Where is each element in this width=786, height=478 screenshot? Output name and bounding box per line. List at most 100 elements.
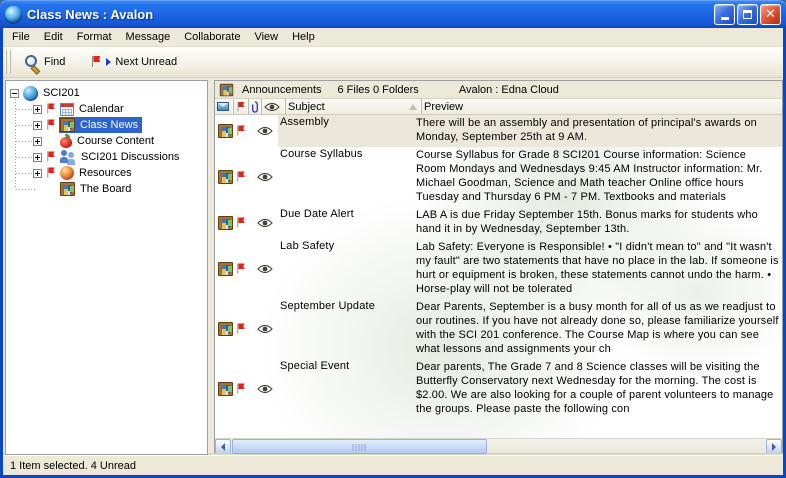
menu-item-collaborate[interactable]: Collaborate xyxy=(177,29,247,45)
unread-flag-icon xyxy=(236,323,245,334)
read-cell[interactable] xyxy=(251,207,278,239)
bulletin-item-icon xyxy=(218,322,233,336)
message-row[interactable]: Due Date Alert LAB A is due Friday Septe… xyxy=(215,207,782,239)
column-header: Subject Preview xyxy=(215,99,782,115)
menu-item-edit[interactable]: Edit xyxy=(37,29,70,45)
resources-icon xyxy=(60,166,74,180)
messages-panel: Announcements 6 Files 0 Folders Avalon :… xyxy=(214,80,783,455)
message-preview[interactable]: There will be an assembly and presentati… xyxy=(412,115,782,147)
flag-cell xyxy=(236,115,251,147)
scrollbar-track[interactable] xyxy=(487,439,766,454)
message-preview[interactable]: Dear Parents, September is a busy month … xyxy=(412,299,782,359)
unread-flag-icon xyxy=(46,167,55,178)
tree-item-the-board[interactable]: The Board xyxy=(6,181,207,197)
message-subject[interactable]: Special Event xyxy=(278,359,412,419)
read-eye-icon xyxy=(264,102,280,112)
column-read[interactable] xyxy=(262,99,286,114)
message-row[interactable]: Assembly There will be an assembly and p… xyxy=(215,115,782,147)
menu-item-view[interactable]: View xyxy=(247,29,285,45)
message-icon-cell xyxy=(215,299,236,359)
menu-item-file[interactable]: File xyxy=(5,29,37,45)
calendar-icon xyxy=(60,103,74,116)
scroll-right-button[interactable] xyxy=(766,439,782,454)
scroll-left-button[interactable] xyxy=(215,439,231,454)
tree-item-course-content[interactable]: Course Content xyxy=(6,133,207,149)
message-preview[interactable]: Dear parents, The Grade 7 and 8 Science … xyxy=(412,359,782,419)
expand-icon[interactable] xyxy=(33,153,42,162)
column-subject[interactable]: Subject xyxy=(286,99,422,114)
read-eye-icon xyxy=(257,264,273,274)
tree-item-calendar[interactable]: Calendar xyxy=(6,101,207,117)
app-body: File Edit Format Message Collaborate Vie… xyxy=(3,28,783,475)
discussions-icon xyxy=(60,150,76,164)
message-row[interactable]: Special Event Dear parents, The Grade 7 … xyxy=(215,359,782,419)
read-cell[interactable] xyxy=(251,115,278,147)
message-row[interactable]: September Update Dear Parents, September… xyxy=(215,299,782,359)
message-row[interactable]: Lab Safety Lab Safety: Everyone is Respo… xyxy=(215,239,782,299)
read-cell[interactable] xyxy=(251,147,278,207)
message-subject[interactable]: Course Syllabus xyxy=(278,147,412,207)
flag-slot xyxy=(46,151,59,163)
message-subject[interactable]: Due Date Alert xyxy=(278,207,412,239)
menu-item-message[interactable]: Message xyxy=(119,29,178,45)
tree-item-sci201-discussions[interactable]: SCI201 Discussions xyxy=(6,149,207,165)
tree-item-root[interactable]: SCI201 xyxy=(6,85,207,101)
toolbar-grip[interactable] xyxy=(5,50,13,74)
read-eye-icon xyxy=(257,324,273,334)
maximize-button[interactable] xyxy=(737,4,758,25)
sort-ascending-icon xyxy=(409,104,417,110)
titlebar: Class News : Avalon ✕ xyxy=(0,0,786,28)
unread-flag-icon xyxy=(46,119,55,130)
unread-flag-icon xyxy=(236,217,245,228)
minimize-button[interactable] xyxy=(714,4,735,25)
menu-item-help[interactable]: Help xyxy=(285,29,322,45)
flag-cell xyxy=(236,359,251,419)
message-icon-cell xyxy=(215,207,236,239)
message-preview[interactable]: Lab Safety: Everyone is Responsible! • "… xyxy=(412,239,782,299)
flag-slot xyxy=(46,167,59,179)
expand-icon[interactable] xyxy=(33,121,42,130)
message-row[interactable]: Course Syllabus Course Syllabus for Grad… xyxy=(215,147,782,207)
read-cell[interactable] xyxy=(251,299,278,359)
minimize-icon xyxy=(721,17,729,20)
next-unread-button[interactable]: Next Unread xyxy=(85,53,183,71)
message-subject[interactable]: September Update xyxy=(278,299,412,359)
panel-title: Announcements xyxy=(242,84,322,96)
expand-icon[interactable] xyxy=(33,169,42,178)
tree-item-label: The Board xyxy=(78,182,133,196)
subject-header-label: Subject xyxy=(288,101,325,113)
horizontal-scrollbar xyxy=(215,438,782,454)
column-attachment[interactable] xyxy=(249,99,262,114)
scrollbar-thumb[interactable] xyxy=(232,439,487,454)
column-message-icon[interactable] xyxy=(215,99,234,114)
find-button[interactable]: Find xyxy=(17,51,71,73)
message-subject[interactable]: Assembly xyxy=(278,115,412,147)
course-content-icon xyxy=(60,137,72,148)
find-label: Find xyxy=(44,56,65,68)
tree-item-resources[interactable]: Resources xyxy=(6,165,207,181)
flag-cell xyxy=(236,299,251,359)
tree-item-class-news[interactable]: Class News xyxy=(6,117,207,133)
flag-icon xyxy=(237,101,246,111)
menu-item-format[interactable]: Format xyxy=(70,29,119,45)
column-preview[interactable]: Preview xyxy=(422,99,782,114)
conference-tree: SCI201 Calendar xyxy=(6,81,207,197)
expand-icon[interactable] xyxy=(33,137,42,146)
message-preview[interactable]: Course Syllabus for Grade 8 SCI201 Cours… xyxy=(412,147,782,207)
globe-icon xyxy=(23,86,38,101)
tree-item-label: Course Content xyxy=(75,134,156,148)
read-cell[interactable] xyxy=(251,239,278,299)
menubar: File Edit Format Message Collaborate Vie… xyxy=(3,28,783,47)
tree-item-label: Resources xyxy=(77,166,134,180)
class-news-icon xyxy=(60,118,75,132)
message-preview[interactable]: LAB A is due Friday September 15th. Bonu… xyxy=(412,207,782,239)
column-flag[interactable] xyxy=(234,99,249,114)
close-button[interactable]: ✕ xyxy=(760,4,781,25)
message-subject[interactable]: Lab Safety xyxy=(278,239,412,299)
arrow-right-icon xyxy=(772,443,776,451)
read-cell[interactable] xyxy=(251,359,278,419)
message-icon xyxy=(217,102,229,111)
bulletin-item-icon xyxy=(218,382,233,396)
expand-icon[interactable] xyxy=(33,105,42,114)
collapse-icon[interactable] xyxy=(10,89,19,98)
